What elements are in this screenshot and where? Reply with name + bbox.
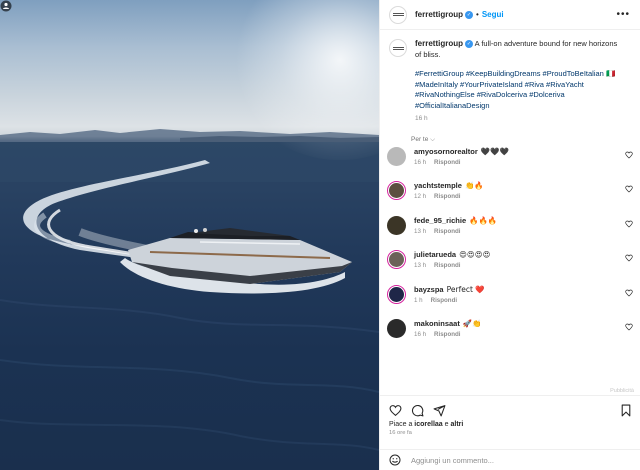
sort-filter-toggle[interactable]: Per te ⌵ — [380, 125, 640, 144]
add-comment-bar — [380, 449, 640, 470]
verified-icon: ✓ — [465, 10, 473, 19]
share-icon[interactable] — [433, 404, 446, 417]
commenter-avatar[interactable] — [387, 181, 406, 200]
post-sidebar: ferrettigroup ✓ • Segui ••• ferrettigrou… — [379, 0, 640, 470]
reply-button[interactable]: Rispondi — [434, 193, 460, 200]
post-modal: ferrettigroup ✓ • Segui ••• ferrettigrou… — [0, 0, 640, 470]
separator-dot: • — [476, 10, 479, 19]
comment-like-icon[interactable] — [625, 185, 633, 193]
comment-text: Perfect ❤️ — [446, 284, 485, 294]
comment-item: amyosornorealtor 🖤🖤🖤 16 h Rispondi — [380, 146, 640, 182]
avatar-image — [387, 215, 406, 235]
verified-icon: ✓ — [465, 40, 473, 49]
comment-item: yachtstemple 👏🔥 12 h Rispondi — [380, 181, 640, 216]
comment-time: 1 h — [414, 296, 423, 304]
comment-list: amyosornorealtor 🖤🖤🖤 16 h Rispondi yachtstem… — [380, 146, 640, 354]
likes-prefix: Piace a — [389, 421, 415, 428]
commenter-avatar[interactable] — [387, 215, 406, 235]
commenter-username[interactable]: yachtstemple — [414, 181, 462, 190]
brand-logo-icon — [392, 13, 404, 16]
avatar-image — [389, 286, 404, 302]
caption-username[interactable]: ferrettigroup — [415, 39, 463, 48]
bookmark-icon[interactable] — [620, 404, 632, 417]
author-username[interactable]: ferrettigroup — [415, 10, 463, 19]
commenter-username[interactable]: bayzspa — [414, 285, 444, 294]
reply-button[interactable]: Rispondi — [431, 297, 457, 304]
comment-text: 👏🔥 — [464, 181, 484, 190]
emoji-icon[interactable] — [389, 454, 401, 466]
comment-time: 13 h — [414, 262, 427, 269]
author-avatar[interactable] — [389, 5, 407, 24]
reply-button[interactable]: Rispondi — [434, 262, 460, 269]
brand-logo-icon — [392, 46, 404, 50]
commenter-username[interactable]: julietarueda — [414, 250, 456, 259]
comment-like-icon[interactable] — [625, 151, 633, 159]
post-header: ferrettigroup ✓ • Segui ••• — [380, 0, 640, 30]
likes-others[interactable]: altri — [451, 421, 464, 428]
post-caption: ferrettigroup ✓ A full-on adventure bound… — [380, 30, 640, 125]
avatar-image — [387, 146, 406, 166]
commenter-avatar[interactable] — [387, 284, 406, 304]
comment-text: 🖤🖤🖤 — [480, 146, 509, 156]
reply-button[interactable]: Rispondi — [434, 159, 460, 166]
media-indicator-icon[interactable] — [0, 0, 12, 12]
sponsored-label: Pubblicità — [610, 388, 634, 394]
comments-scroll[interactable]: ferrettigroup ✓ A full-on adventure bound… — [380, 30, 640, 390]
follow-button[interactable]: Segui — [482, 10, 504, 19]
comment-time: 16 h — [414, 158, 427, 166]
comment-icon[interactable] — [411, 404, 424, 417]
commenter-username[interactable]: amyosornorealtor — [414, 147, 478, 156]
reply-button[interactable]: Rispondi — [434, 228, 460, 235]
boat-scene — [0, 129, 379, 451]
comment-time: 12 h — [414, 193, 427, 200]
post-actions: Piace a icorellaa e altri 16 ore fa — [380, 395, 640, 449]
commenter-avatar[interactable] — [387, 146, 406, 166]
commenter-avatar[interactable] — [387, 319, 406, 338]
comment-item: makoninsaat 🚀👏 16 h Rispondi — [380, 319, 640, 354]
post-timestamp[interactable]: 16 ore fa — [389, 430, 632, 436]
likes-user[interactable]: icorellaa — [414, 421, 442, 428]
comment-text: 🚀👏 — [462, 319, 482, 328]
comment-time: 16 h — [414, 331, 427, 338]
comment-like-icon[interactable] — [625, 323, 633, 331]
post-image[interactable] — [0, 0, 379, 470]
comment-text: 😍😍😍😍 — [459, 250, 491, 259]
heart-icon[interactable] — [389, 404, 402, 417]
comment-time: 13 h — [414, 227, 427, 235]
more-icon[interactable]: ••• — [616, 9, 630, 20]
comment-item: bayzspa Perfect ❤️ 1 h Rispondi — [380, 284, 640, 320]
caption-hashtags[interactable]: #FerrettiGroup #KeepBuildingDreams #Prou… — [415, 69, 625, 111]
comment-input[interactable] — [411, 455, 632, 465]
avatar-image — [389, 183, 404, 198]
likes-summary: Piace a icorellaa e altri — [389, 421, 632, 428]
likes-suffix: e — [442, 421, 451, 428]
reply-button[interactable]: Rispondi — [434, 331, 460, 338]
comment-like-icon[interactable] — [625, 254, 633, 262]
caption-avatar[interactable] — [389, 39, 407, 57]
comment-item: julietarueda 😍😍😍😍 13 h Rispondi — [380, 250, 640, 285]
comment-like-icon[interactable] — [625, 220, 633, 228]
commenter-username[interactable]: makoninsaat — [414, 319, 460, 328]
caption-time: 16 h — [415, 115, 428, 122]
comment-item: fede_95_richie 🔥🔥🔥 13 h Rispondi — [380, 215, 640, 251]
comment-text: 🔥🔥🔥 — [469, 215, 498, 225]
commenter-username[interactable]: fede_95_richie — [414, 216, 466, 225]
commenter-avatar[interactable] — [387, 250, 406, 269]
avatar-image — [387, 319, 406, 338]
comment-like-icon[interactable] — [625, 289, 633, 297]
avatar-image — [389, 252, 404, 267]
